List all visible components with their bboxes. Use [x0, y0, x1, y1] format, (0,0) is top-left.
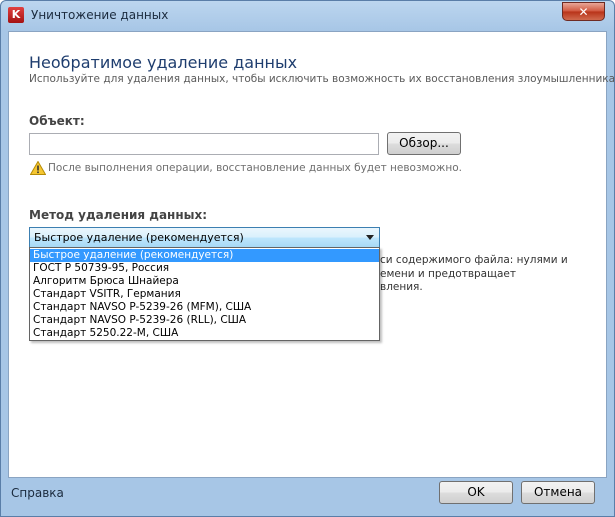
dropdown-option-navso-mfm[interactable]: Стандарт NAVSO P-5239-26 (MFM), США [30, 301, 379, 314]
dialog-window: K Уничтожение данных ✕ Необратимое удале… [0, 0, 615, 517]
warning-icon [30, 161, 46, 175]
method-select[interactable]: Быстрое удаление (рекомендуется) [29, 227, 380, 248]
dropdown-option-navso-rll[interactable]: Стандарт NAVSO P-5239-26 (RLL), США [30, 314, 379, 327]
method-label: Метод удаления данных: [29, 208, 208, 222]
dropdown-option-vsitr[interactable]: Стандарт VSITR, Германия [30, 288, 379, 301]
chevron-down-icon[interactable] [366, 235, 374, 240]
browse-button[interactable]: Обзор... [387, 132, 461, 155]
method-description-line: си содержимого файла: нулями и [380, 254, 568, 266]
window-title: Уничтожение данных [31, 8, 169, 22]
page-subtitle: Используйте для удаления данных, чтобы и… [29, 73, 615, 85]
close-button[interactable]: ✕ [562, 2, 605, 21]
kaspersky-k-icon: K [8, 7, 24, 23]
cancel-button[interactable]: Отмена [521, 481, 595, 504]
object-input[interactable] [29, 133, 379, 155]
method-select-value: Быстрое удаление (рекомендуется) [34, 231, 244, 244]
dropdown-option-gost[interactable]: ГОСТ Р 50739-95, Россия [30, 262, 379, 275]
dropdown-option-schneier[interactable]: Алгоритм Брюса Шнайера [30, 275, 379, 288]
warning-text: После выполнения операции, восстановлени… [48, 162, 462, 174]
method-description-line: емени и предотвращает [380, 267, 517, 280]
dialog-content: Необратимое удаление данных Используйте … [8, 31, 614, 478]
method-dropdown-list: Быстрое удаление (рекомендуется) ГОСТ Р … [29, 247, 380, 341]
title-bar[interactable]: K Уничтожение данных ✕ [1, 1, 614, 31]
method-description: си содержимого файла: нулями и емени и п… [380, 254, 580, 295]
help-link[interactable]: Справка [11, 486, 64, 500]
bottom-bar: Справка OK Отмена [1, 478, 614, 516]
object-label: Объект: [29, 114, 85, 128]
dropdown-option-5250[interactable]: Стандарт 5250.22-M, США [30, 327, 379, 340]
page-title: Необратимое удаление данных [29, 53, 298, 72]
ok-button[interactable]: OK [439, 481, 513, 504]
method-description-line: вления. [380, 281, 423, 293]
dropdown-option-quick[interactable]: Быстрое удаление (рекомендуется) [30, 249, 379, 262]
